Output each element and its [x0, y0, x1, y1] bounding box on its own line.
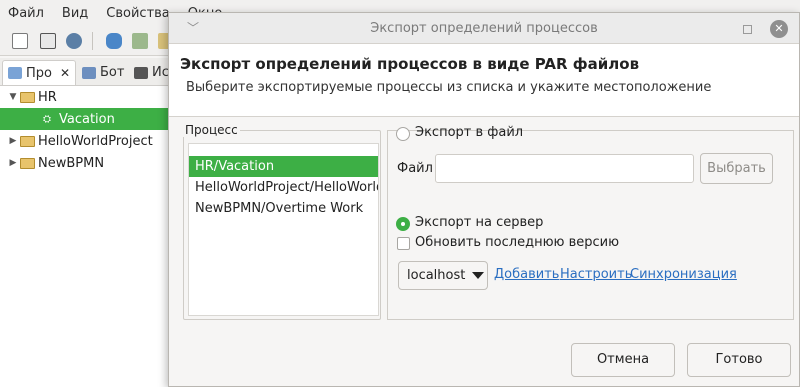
list-item[interactable]: HelloWorldProject/HelloWorldProcess — [189, 177, 378, 198]
configure-server-link[interactable]: Настроить — [560, 267, 632, 282]
dialog-footer: Отмена Готово — [169, 333, 799, 386]
tree-item-vacation[interactable]: ⛭ Vacation — [0, 108, 175, 130]
tree-item-newbpmn[interactable]: ▶ NewBPMN — [0, 152, 175, 174]
export-server-radio[interactable] — [396, 217, 410, 231]
tree-item-helloworldproject[interactable]: ▶ HelloWorldProject — [0, 130, 175, 152]
export-file-label[interactable]: Экспорт в файл — [415, 125, 523, 140]
server-select[interactable]: localhost — [398, 261, 488, 290]
finish-button[interactable]: Готово — [687, 343, 791, 377]
process-icon: ⛭ — [43, 113, 51, 125]
project-tree: ▼ HR ⛭ Vacation ▶ HelloWorldProject ▶ Ne… — [0, 86, 175, 387]
tab-sources-label: Ис — [152, 65, 169, 80]
server-select-value: localhost — [407, 268, 466, 283]
tab-bots-label: Бот — [100, 65, 125, 80]
add-server-link[interactable]: Добавить — [494, 267, 559, 282]
chevron-down-icon[interactable]: ▼ — [8, 92, 18, 102]
maximize-button[interactable] — [743, 25, 752, 34]
update-version-label[interactable]: Обновить последнюю версию — [415, 235, 619, 250]
view-tabs: Про ✕ Бот Ис — [0, 58, 175, 86]
export-file-radio[interactable] — [396, 127, 410, 141]
browse-button[interactable]: Выбрать — [700, 153, 773, 184]
merge-icon[interactable] — [132, 33, 148, 49]
tree-item-label: NewBPMN — [38, 155, 105, 171]
menu-file[interactable]: Файл — [8, 6, 44, 21]
tree-item-label: HR — [38, 89, 57, 105]
new-project-icon[interactable] — [12, 33, 28, 49]
header-title: Экспорт определений процессов в виде PAR… — [180, 55, 640, 73]
layout-icon[interactable] — [40, 33, 56, 49]
dialog-header: Экспорт определений процессов в виде PAR… — [169, 44, 799, 117]
menu-properties[interactable]: Свойства — [106, 6, 170, 21]
users-icon[interactable] — [106, 33, 122, 49]
folder-icon — [20, 91, 35, 103]
tree-item-label: HelloWorldProject — [38, 133, 153, 149]
toolbar-separator — [92, 32, 93, 50]
sources-icon — [134, 66, 148, 79]
dropdown-arrow-icon — [472, 272, 485, 279]
folder-icon — [20, 157, 35, 169]
chevron-down-icon[interactable]: ﹀ — [187, 19, 199, 36]
tree-item-label: Vacation — [59, 111, 115, 127]
bots-icon — [82, 66, 96, 79]
chevron-right-icon[interactable]: ▶ — [8, 158, 18, 168]
list-item[interactable]: NewBPMN/Overtime Work — [189, 198, 378, 219]
close-icon[interactable]: ✕ — [60, 66, 70, 80]
process-list[interactable]: HR/Vacation HelloWorldProject/HelloWorld… — [188, 143, 379, 316]
tab-projects-label: Про — [26, 65, 52, 81]
chevron-right-icon[interactable]: ▶ — [8, 136, 18, 146]
tab-projects[interactable]: Про ✕ — [2, 60, 77, 85]
file-input[interactable] — [435, 154, 694, 183]
dialog-title: Экспорт определений процессов — [370, 21, 598, 36]
file-label: Файл — [397, 161, 433, 176]
list-item[interactable]: HR/Vacation — [189, 156, 378, 177]
cancel-button[interactable]: Отмена — [571, 343, 675, 377]
projects-icon — [8, 67, 22, 79]
tab-sources[interactable]: Ис — [134, 60, 169, 85]
update-version-checkbox[interactable] — [397, 237, 410, 250]
folder-icon — [20, 135, 35, 147]
process-group-label: Процесс — [183, 123, 240, 137]
tab-bots[interactable]: Бот — [82, 60, 124, 85]
dialog-titlebar: Экспорт определений процессов ﹀ ✕ — [169, 13, 799, 44]
sync-link[interactable]: Синхронизация — [630, 267, 737, 282]
tree-item-hr[interactable]: ▼ HR — [0, 86, 175, 108]
menu-view[interactable]: Вид — [62, 6, 88, 21]
header-description: Выберите экспортируемые процессы из спис… — [186, 80, 712, 95]
close-button[interactable]: ✕ — [770, 20, 788, 38]
export-server-label[interactable]: Экспорт на сервер — [415, 215, 543, 230]
export-dialog: Экспорт определений процессов ﹀ ✕ Экспор… — [168, 12, 800, 387]
settings-icon[interactable] — [66, 33, 82, 49]
